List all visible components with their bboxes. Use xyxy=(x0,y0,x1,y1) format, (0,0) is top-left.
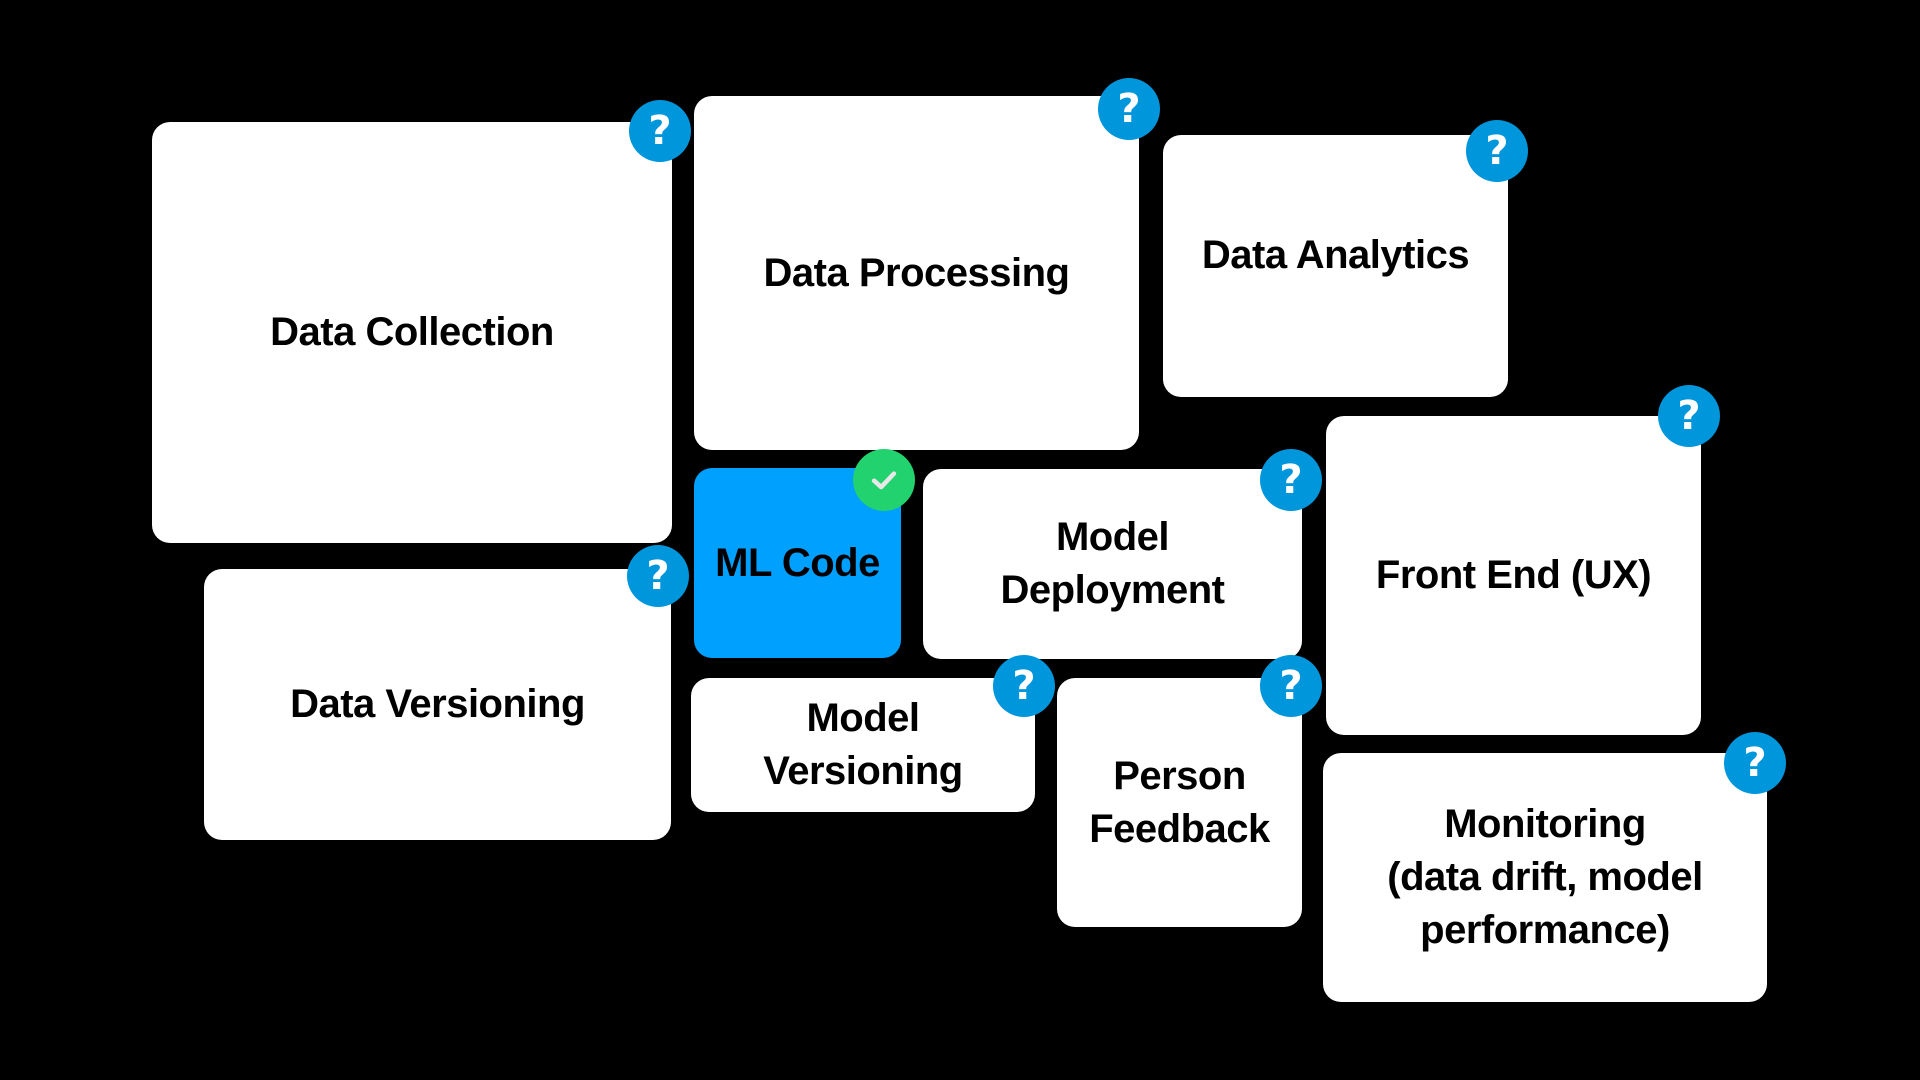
card-label: ML Code xyxy=(715,540,880,585)
question-glyph: ? xyxy=(1485,128,1509,174)
question-icon: ? xyxy=(1260,449,1322,511)
check-glyph xyxy=(871,471,897,490)
card-label: Monitoring (data drift, model performanc… xyxy=(1387,802,1703,952)
question-glyph: ? xyxy=(1012,663,1036,709)
question-icon: ? xyxy=(627,545,689,607)
question-icon: ? xyxy=(629,100,691,162)
question-icon: ? xyxy=(1260,655,1322,717)
question-glyph: ? xyxy=(1279,457,1303,503)
question-icon: ? xyxy=(1466,120,1528,182)
card-front-end: Front End (UX) xyxy=(1326,416,1701,735)
question-glyph: ? xyxy=(648,108,672,154)
check-icon xyxy=(853,449,915,511)
question-glyph: ? xyxy=(646,553,670,599)
card-label: Model Versioning xyxy=(763,696,963,793)
question-icon: ? xyxy=(1724,732,1786,794)
card-data-collection: Data Collection xyxy=(152,122,672,543)
question-glyph: ? xyxy=(1677,393,1701,439)
question-icon: ? xyxy=(993,655,1055,717)
question-icon: ? xyxy=(1098,78,1160,140)
card-label: Front End (UX) xyxy=(1375,553,1652,597)
card-model-versioning: Model Versioning xyxy=(691,678,1035,812)
card-label: Person Feedback xyxy=(1089,753,1270,851)
card-label: Data Analytics xyxy=(1201,232,1470,277)
card-label: Data Processing xyxy=(763,250,1070,295)
card-label: Data Versioning xyxy=(290,682,585,726)
question-glyph: ? xyxy=(1117,86,1141,132)
question-glyph: ? xyxy=(1743,740,1767,786)
card-monitoring: Monitoring (data drift, model performanc… xyxy=(1323,753,1767,1002)
card-model-deployment: Model Deployment xyxy=(923,469,1302,659)
card-data-versioning: Data Versioning xyxy=(204,569,671,840)
question-icon: ? xyxy=(1658,385,1720,447)
card-data-analytics: Data Analytics xyxy=(1163,135,1508,397)
card-label: Model Deployment xyxy=(1000,515,1225,612)
card-data-processing: Data Processing xyxy=(694,96,1139,450)
card-person-feedback: Person Feedback xyxy=(1057,678,1302,927)
card-label: Data Collection xyxy=(270,310,554,354)
question-glyph: ? xyxy=(1279,663,1303,709)
